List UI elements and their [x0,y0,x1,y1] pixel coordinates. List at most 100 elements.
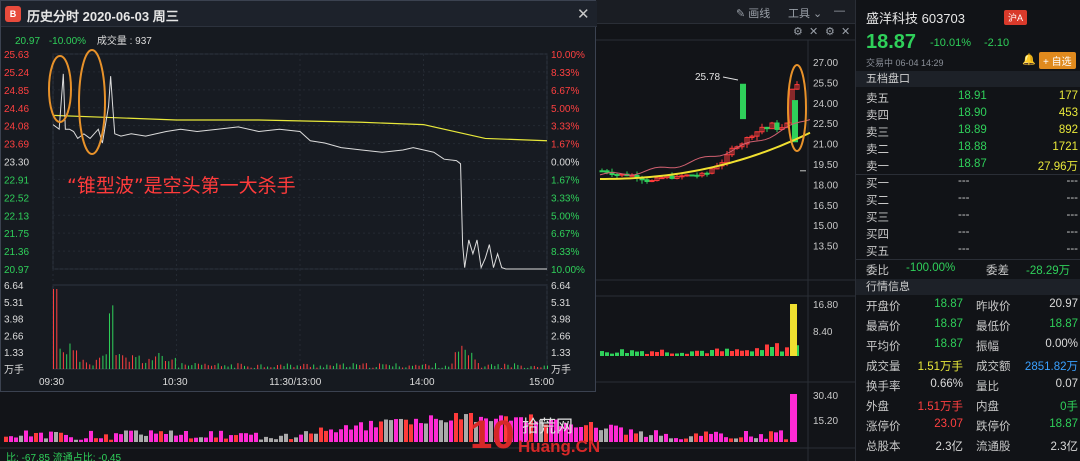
annotation-caption: “锥型波”是空头第一大杀手 [67,175,296,197]
pct-axis-label: 10.00% [551,265,585,276]
window-titlebar[interactable]: B 历史分时 2020-06-03 周三 ✕ [1,1,597,27]
kline-axis-label: 21.00 [813,140,838,151]
indicator-bar [289,439,293,442]
volume-bar [402,367,404,369]
volume-bar [56,289,58,369]
indicator-bar [339,429,343,442]
ask-row[interactable]: 卖四 18.90 453 [866,107,1078,124]
level-volume: --- [1066,192,1079,204]
volume-bar [504,363,506,369]
history-intraday-window[interactable]: B 历史分时 2020-06-03 周三 ✕ 20.97 -10.00% 成交量… [0,0,597,392]
indicator-bar [674,438,678,442]
stat-label: 平均价 [866,341,901,353]
bid-row[interactable]: 买四 --- --- [866,226,1078,243]
volume-bar [118,354,120,369]
ask-row[interactable]: 卖一 18.87 27.96万 [866,158,1078,175]
volume-bar [102,355,104,369]
price-axis-label: 24.85 [4,86,29,97]
volume-axis-label: 万手 [551,363,571,376]
indicator-bar [204,437,208,442]
close-icon[interactable]: ✕ [577,5,590,23]
indicator-bar [409,424,413,442]
indicator-bar [189,438,193,442]
bell-icon[interactable]: 🔔 [1022,53,1036,66]
stat-label: 量比 [976,381,999,393]
level-volume: --- [1066,175,1079,187]
price-axis-label: 24.46 [4,104,29,115]
indicator-bar [249,434,253,442]
volume-bar [128,361,130,369]
indicator-bar [434,418,438,442]
indicator-bar [449,420,453,442]
volume-bar [620,349,624,356]
ask-row[interactable]: 卖三 18.89 892 [866,124,1078,141]
volume-bar [444,365,446,369]
indicator-bar [214,437,218,442]
volume-bar [710,350,714,356]
add-favorite-button[interactable]: + 自选 [1039,52,1076,69]
volume-bar [685,353,689,356]
candle-body [599,170,605,173]
bid-row[interactable]: 买三 --- --- [866,209,1078,226]
volume-bar [82,359,84,369]
level-volume: 27.96万 [1037,161,1078,173]
volume-bar [520,365,522,369]
stat-value: 2851.82万 [1024,361,1078,373]
volume-bar [610,353,614,356]
volume-axis-label: 1.33 [551,348,571,359]
volume-bar [214,365,216,369]
indicator-bar [749,436,753,442]
minimize-icon[interactable]: — [834,5,845,17]
volume-bar [425,363,427,369]
indicator-bar [649,435,653,442]
indicator-bar [394,419,398,442]
stat-value: 1.51万手 [917,361,963,373]
volume-bar [441,367,443,369]
volume-bar [527,367,529,369]
indicator-bar [39,432,43,442]
bid-row[interactable]: 买五 --- --- [866,243,1078,260]
indicator-bar [404,419,408,442]
candle-body [792,100,798,143]
volume-bar [263,367,265,369]
indicator-bar [344,425,348,442]
candle-body [684,174,690,177]
volume-bar [454,352,456,369]
indicator-bar [684,438,688,442]
bid-row[interactable]: 买二 --- --- [866,192,1078,209]
settings-icon[interactable]: ⚙ [825,25,835,38]
indicator-bar [159,431,163,442]
close-icon[interactable]: ✕ [841,25,850,38]
draw-line-button[interactable]: ✎ 画线 [736,5,770,21]
volume-bar [273,367,275,369]
level-label: 卖四 [866,110,889,122]
stat-value: 23.07 [934,418,963,430]
volume-bar [491,364,493,369]
volume-bar [451,363,453,369]
volume-bar [523,367,525,369]
indicator-bar [54,431,58,442]
indicator-bar [759,434,763,442]
indicator-bar [419,423,423,442]
stat-label: 昨收价 [976,301,1011,313]
indicator-bar [389,420,393,442]
volume-bar [283,366,285,369]
bid-row[interactable]: 买一 --- --- [866,175,1078,192]
settings-icon[interactable]: ⚙ [793,25,803,38]
tools-button[interactable]: 工具 ⌄ [788,5,822,21]
volume-bar [326,364,328,369]
indicator-bar [659,435,663,442]
indicator-bar [224,438,228,442]
ask-row[interactable]: 卖五 18.91 177 [866,90,1078,107]
ask-row[interactable]: 卖二 18.88 1721 [866,141,1078,158]
volume-bar [257,364,259,369]
watermark-en: Huang.CN [518,437,600,456]
volume-bar [695,350,699,356]
tools-label: 工具 [788,8,810,20]
indicator-bar [284,433,288,442]
indicator-bar [104,434,108,442]
volume-bar [735,349,739,356]
volume-bar [85,362,87,369]
close-icon[interactable]: ✕ [809,25,818,38]
volume-bar [168,361,170,369]
